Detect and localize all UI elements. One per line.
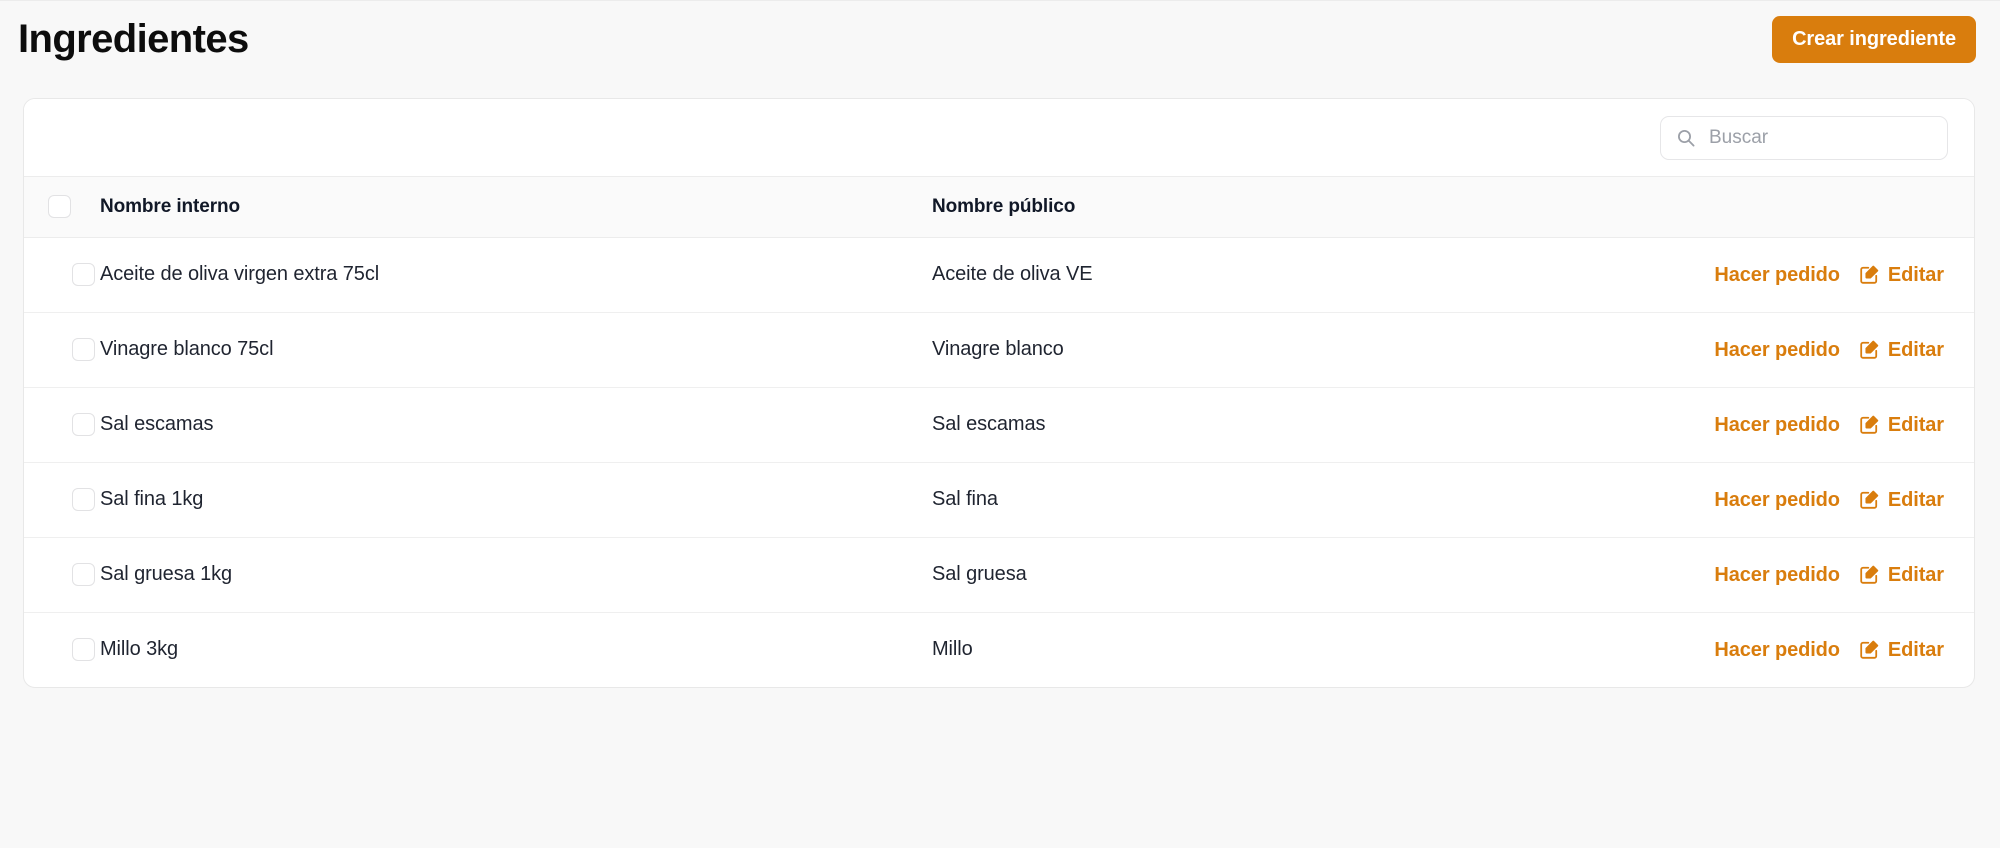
table-row: Sal escamas Sal escamas Hacer pedido Edi… <box>24 387 1974 463</box>
column-header-public-name: Nombre público <box>932 176 1672 238</box>
edit-link[interactable]: Editar <box>1859 339 1944 360</box>
edit-link[interactable]: Editar <box>1859 414 1944 435</box>
cell-public-name: Millo <box>932 638 973 660</box>
table-row: Sal fina 1kg Sal fina Hacer pedido Edita… <box>24 462 1974 538</box>
cell-actions: Hacer pedido Editar <box>1672 462 1974 538</box>
edit-link[interactable]: Editar <box>1859 639 1944 660</box>
row-select-cell <box>24 387 100 463</box>
edit-pencil-square-icon <box>1859 564 1880 585</box>
table-row: Sal gruesa 1kg Sal gruesa Hacer pedido E… <box>24 537 1974 613</box>
row-checkbox[interactable] <box>72 338 95 361</box>
row-select-cell <box>24 613 100 688</box>
make-order-link[interactable]: Hacer pedido <box>1714 640 1840 660</box>
ingredients-card: Nombre interno Nombre público Aceite de … <box>23 98 1975 688</box>
cell-actions: Hacer pedido Editar <box>1672 237 1974 313</box>
edit-link[interactable]: Editar <box>1859 564 1944 585</box>
cell-internal-name: Sal escamas <box>100 387 932 463</box>
row-select-cell <box>24 312 100 388</box>
cell-internal-name: Millo 3kg <box>100 638 179 660</box>
create-ingredient-button[interactable]: Crear ingrediente <box>1772 15 1976 63</box>
row-checkbox[interactable] <box>72 488 95 511</box>
column-header-actions <box>1672 176 1974 238</box>
search-input[interactable] <box>1660 115 1948 160</box>
search-box <box>1660 115 1948 160</box>
cell-internal-name: Sal fina 1kg <box>100 462 932 538</box>
cell-internal-name: Vinagre blanco 75cl <box>100 312 932 388</box>
page-header: Ingredientes Crear ingrediente <box>0 0 2000 77</box>
make-order-link[interactable]: Hacer pedido <box>1714 415 1840 435</box>
edit-pencil-square-icon <box>1859 489 1880 510</box>
cell-actions: Hacer pedido Editar <box>1672 613 1974 688</box>
cell-actions: Hacer pedido Editar <box>1672 537 1974 613</box>
edit-link[interactable]: Editar <box>1859 264 1944 285</box>
row-checkbox[interactable] <box>72 413 95 436</box>
edit-label: Editar <box>1887 638 1944 661</box>
row-checkbox[interactable] <box>72 263 95 286</box>
table-row: Aceite de oliva virgen extra 75cl Aceite… <box>24 237 1974 313</box>
edit-pencil-square-icon <box>1859 339 1880 360</box>
cell-public-name: Aceite de oliva VE <box>932 237 1672 313</box>
make-order-link[interactable]: Hacer pedido <box>1714 565 1840 585</box>
edit-pencil-square-icon <box>1859 639 1880 660</box>
row-select-cell <box>24 462 100 538</box>
table-row: Vinagre blanco 75cl Vinagre blanco Hacer… <box>24 312 1974 388</box>
select-all-checkbox[interactable] <box>48 195 71 218</box>
cell-internal-name: Aceite de oliva virgen extra 75cl <box>100 237 932 313</box>
edit-label: Editar <box>1887 563 1944 586</box>
edit-label: Editar <box>1887 488 1944 511</box>
edit-label: Editar <box>1887 413 1944 436</box>
make-order-link[interactable]: Hacer pedido <box>1714 265 1840 285</box>
card-toolbar <box>24 99 1974 176</box>
edit-pencil-square-icon <box>1859 264 1880 285</box>
cell-internal-name: Sal gruesa 1kg <box>100 537 932 613</box>
edit-link[interactable]: Editar <box>1859 489 1944 510</box>
make-order-link[interactable]: Hacer pedido <box>1714 340 1840 360</box>
edit-label: Editar <box>1887 338 1944 361</box>
edit-label: Editar <box>1887 263 1944 286</box>
row-select-cell <box>24 237 100 313</box>
cell-public-name: Sal gruesa <box>932 537 1672 613</box>
cell-actions: Hacer pedido Editar <box>1672 387 1974 463</box>
column-header-internal-name: Nombre interno <box>100 176 932 238</box>
page-title: Ingredientes <box>18 17 249 61</box>
row-select-cell <box>24 537 100 613</box>
row-checkbox[interactable] <box>72 563 95 586</box>
make-order-link[interactable]: Hacer pedido <box>1714 490 1840 510</box>
cell-public-name: Vinagre blanco <box>932 312 1672 388</box>
table-body: Aceite de oliva virgen extra 75cl Aceite… <box>24 237 1974 688</box>
cell-actions: Hacer pedido Editar <box>1672 312 1974 388</box>
cell-public-name: Sal fina <box>932 462 1672 538</box>
table-row: Millo 3kg Millo Hacer pedido Editar <box>24 613 1974 688</box>
select-all-header <box>24 176 100 238</box>
ingredients-table: Nombre interno Nombre público Aceite de … <box>24 176 1974 687</box>
table-header-row: Nombre interno Nombre público <box>24 176 1974 238</box>
row-checkbox[interactable] <box>72 638 95 661</box>
edit-pencil-square-icon <box>1859 414 1880 435</box>
cell-public-name: Sal escamas <box>932 387 1672 463</box>
